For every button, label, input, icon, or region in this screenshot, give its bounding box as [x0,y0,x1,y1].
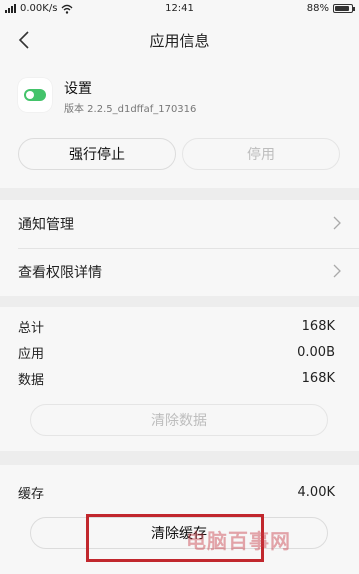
cache-value: 4.00K [297,484,335,500]
clear-data-button[interactable]: 清除数据 [30,404,328,436]
list-item-label: 查看权限详情 [18,265,102,281]
battery-fill [335,6,350,11]
storage-row-total: 总计 168K [18,313,335,339]
storage-label: 总计 [18,320,45,336]
storage-value: 168K [301,318,335,334]
storage-label: 数据 [18,372,45,388]
chevron-right-icon [333,264,341,278]
page-title: 应用信息 [149,32,210,50]
settings-app-icon [18,78,52,112]
app-version: 版本 2.2.5_d1dffaf_170316 [64,104,197,115]
toggle-icon [24,89,46,101]
storage-section: 总计 168K 应用 0.00B 数据 168K 清除数据 [0,307,359,451]
settings-list: 通知管理 查看权限详情 [0,200,359,296]
list-item-label: 通知管理 [18,217,74,233]
list-item-permission-details[interactable]: 查看权限详情 [18,248,341,296]
battery-percent: 88% [306,3,329,14]
storage-value: 168K [301,370,335,386]
cache-label: 缓存 [18,486,45,502]
battery-icon [333,4,355,13]
cache-row: 缓存 4.00K [18,479,335,505]
storage-row-data: 数据 168K [18,365,335,391]
storage-label: 应用 [18,346,45,362]
status-right: 88% [306,3,355,14]
chevron-right-icon [333,216,341,230]
disable-button[interactable]: 停用 [182,138,340,170]
cache-section: 缓存 4.00K 清除缓存 [0,465,359,574]
app-name: 设置 [64,81,92,97]
list-item-notification-management[interactable]: 通知管理 [18,200,341,248]
app-summary-card: 设置 版本 2.2.5_d1dffaf_170316 强行停止 停用 [0,60,359,188]
status-bar: 0.00K/s 12:41 88% [0,0,359,20]
force-stop-button[interactable]: 强行停止 [18,138,176,170]
status-time: 12:41 [165,3,194,14]
watermark-text: 电脑百事网 [186,529,291,553]
storage-row-app: 应用 0.00B [18,339,335,365]
storage-value: 0.00B [297,344,335,360]
app-bar: 应用信息 [0,20,359,60]
